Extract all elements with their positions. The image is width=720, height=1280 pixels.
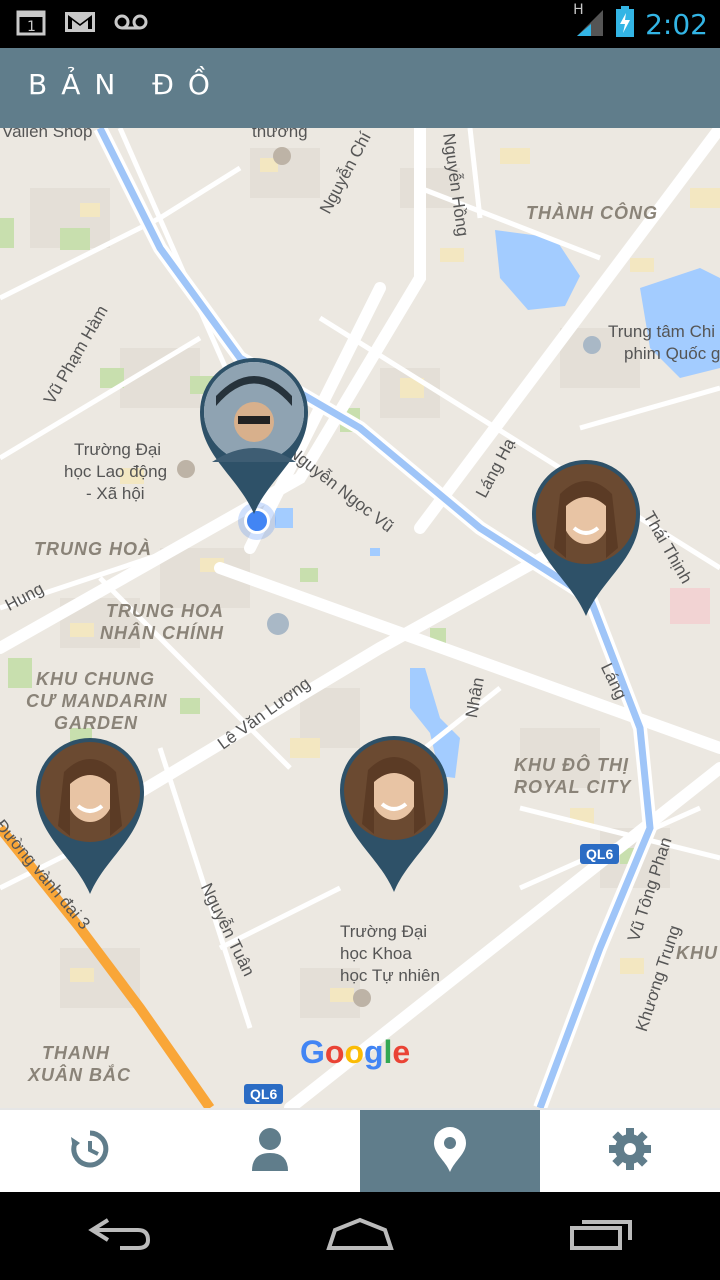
district-label: KHU CHUNG [36, 669, 155, 689]
district-label: CƯ MANDARIN [26, 691, 168, 711]
friend-pin-1[interactable] [530, 458, 642, 618]
app-bar: BẢN ĐỒ [0, 48, 720, 128]
district-label: XUÂN BẮC [28, 1065, 132, 1085]
district-label: THÀNH CÔNG [526, 203, 658, 223]
page-title: BẢN ĐỒ [28, 68, 224, 101]
user-pin-self[interactable] [198, 356, 310, 516]
svg-text:1: 1 [27, 19, 36, 35]
map-label: học Lao động [64, 462, 168, 481]
gear-icon [608, 1127, 652, 1175]
gmail-icon [64, 10, 96, 38]
map-label: thương [252, 128, 308, 141]
district-label: TRUNG HOA [106, 601, 224, 621]
home-icon[interactable] [325, 1216, 395, 1256]
tab-settings[interactable] [540, 1110, 720, 1192]
battery-charging-icon [615, 6, 635, 42]
road-badge: QL6 [580, 844, 620, 864]
tab-profile[interactable] [180, 1110, 360, 1192]
district-label: THANH [42, 1043, 110, 1063]
recent-apps-icon[interactable] [568, 1216, 634, 1256]
history-icon [70, 1129, 110, 1173]
map-label: học Tự nhiên [340, 966, 440, 985]
bottom-tab-bar [0, 1108, 720, 1194]
status-clock: 2:02 [645, 7, 708, 41]
tab-history[interactable] [0, 1110, 180, 1192]
system-nav-bar [0, 1192, 720, 1280]
friend-pin-2[interactable] [34, 736, 146, 896]
map-label: học Khoa [340, 944, 412, 963]
map-label: phim Quốc gia [624, 344, 720, 363]
road-badge: QL6 [244, 1084, 284, 1104]
person-icon [250, 1127, 290, 1175]
calendar-icon: 1 [16, 8, 46, 40]
google-logo: Google [300, 1034, 411, 1070]
district-label: ROYAL CITY [514, 777, 632, 797]
voicemail-icon [114, 12, 148, 36]
map-label: Trường Đại [74, 440, 162, 459]
signal-icon: H [573, 2, 605, 42]
map-view[interactable]: Vallen Shop thương Nguyễn Chí Thanh Nguy… [0, 128, 720, 1108]
map-label: Trường Đại [340, 922, 428, 941]
district-label: GARDEN [54, 713, 139, 733]
district-label: KHU ĐÔ THỊ [514, 755, 629, 775]
district-label: KHU [676, 943, 718, 963]
map-label: Vallen Shop [2, 128, 93, 141]
back-icon[interactable] [86, 1216, 152, 1256]
map-label: - Xã hội [86, 484, 145, 503]
district-label: NHÂN CHÍNH [100, 623, 224, 643]
map-label: Trung tâm Chi [608, 322, 716, 341]
location-pin-icon [433, 1126, 467, 1176]
tab-map[interactable] [360, 1110, 540, 1192]
district-label: TRUNG HOÀ [34, 539, 152, 559]
friend-pin-3[interactable] [338, 734, 450, 894]
status-bar: 1 H 2:02 [0, 0, 720, 48]
